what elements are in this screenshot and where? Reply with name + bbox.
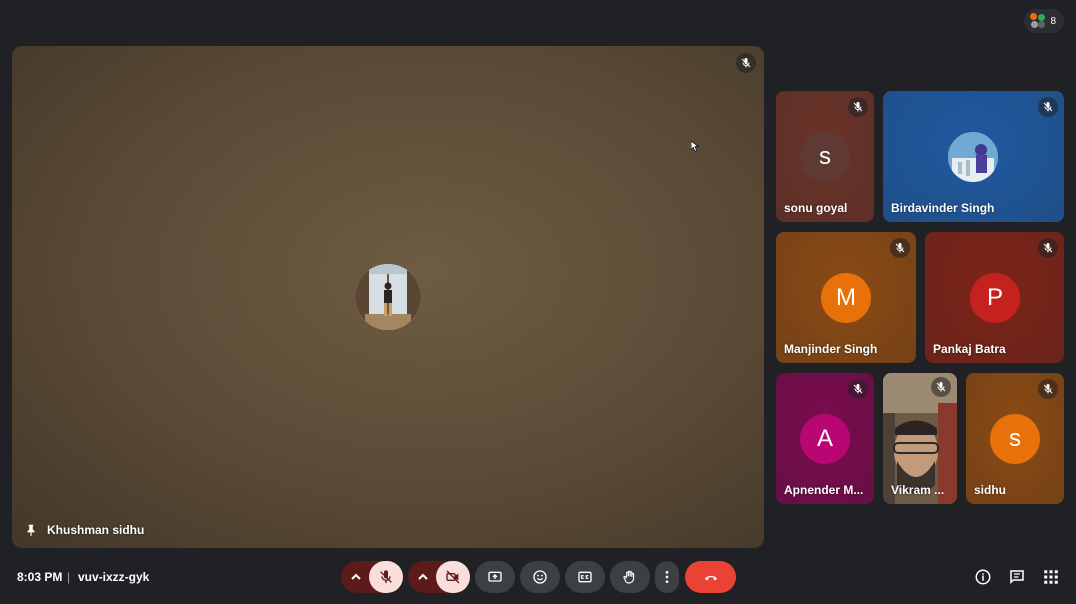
leave-call-button[interactable] — [685, 561, 736, 593]
more-vert-icon — [665, 571, 669, 583]
mic-off-icon — [931, 377, 951, 397]
chevron-up-icon — [351, 573, 361, 580]
participants-button[interactable]: 8 — [1024, 9, 1064, 33]
participant-name: Vikram ... — [891, 483, 945, 497]
hand-icon — [623, 570, 635, 584]
activities-button[interactable] — [1042, 568, 1060, 586]
mic-off-icon — [890, 238, 910, 258]
main-participant-name: Khushman sidhu — [47, 523, 145, 537]
main-participant-avatar — [355, 264, 421, 330]
mouse-cursor-icon — [690, 139, 701, 152]
mic-off-icon — [380, 570, 392, 583]
participant-initial-avatar: P — [970, 273, 1020, 323]
participant-name: sidhu — [974, 483, 1006, 497]
captions-button[interactable] — [565, 561, 605, 593]
mic-off-icon — [1038, 238, 1058, 258]
participant-tile-apnender[interactable]: A Apnender M... — [776, 373, 874, 504]
participant-name: Pankaj Batra — [933, 342, 1006, 356]
participant-initial-avatar: s — [800, 132, 850, 182]
emoji-icon — [533, 570, 547, 584]
participant-initial-avatar: s — [990, 414, 1040, 464]
participant-tile-birdavinder-singh[interactable]: Birdavinder Singh — [883, 91, 1064, 222]
participant-photo-avatar — [948, 132, 998, 182]
audio-options-button[interactable] — [341, 561, 371, 593]
present-screen-icon — [488, 571, 502, 582]
people-icon — [1030, 13, 1046, 29]
audio-control-group — [341, 561, 403, 593]
microphone-toggle-button[interactable] — [369, 561, 403, 593]
apps-grid-icon — [1044, 570, 1058, 584]
participant-tile-sonu-goyal[interactable]: s sonu goyal — [776, 91, 874, 222]
camera-toggle-button[interactable] — [436, 561, 470, 593]
participant-tile-pankaj-batra[interactable]: P Pankaj Batra — [925, 232, 1064, 363]
participant-name: sonu goyal — [784, 201, 848, 215]
camera-off-icon — [446, 570, 460, 584]
more-options-button[interactable] — [655, 561, 679, 593]
mic-off-icon — [848, 97, 868, 117]
meeting-code: vuv-ixzz-gyk — [78, 570, 150, 584]
captions-icon — [578, 571, 592, 583]
pin-icon — [24, 523, 38, 537]
participant-name: Apnender M... — [784, 483, 864, 497]
call-end-icon — [704, 575, 717, 581]
participant-name: Birdavinder Singh — [891, 201, 995, 215]
chat-icon — [1010, 570, 1024, 585]
mic-off-icon — [736, 53, 756, 73]
main-participant-stage[interactable]: Khushman sidhu — [12, 46, 764, 548]
send-reaction-button[interactable] — [520, 561, 560, 593]
participant-tile-vikram[interactable]: Vikram ... — [883, 373, 957, 504]
meeting-details-button[interactable] — [974, 568, 992, 586]
mic-off-icon — [1038, 97, 1058, 117]
participant-initial-avatar: M — [821, 273, 871, 323]
participant-tile-manjinder-singh[interactable]: M Manjinder Singh — [776, 232, 916, 363]
participant-tile-sidhu[interactable]: s sidhu — [966, 373, 1064, 504]
divider: | — [67, 570, 71, 584]
chevron-up-icon — [418, 573, 428, 580]
mic-off-icon — [848, 379, 868, 399]
participant-count: 8 — [1050, 15, 1056, 27]
raise-hand-button[interactable] — [610, 561, 650, 593]
clock-time: 8:03 PM — [17, 570, 63, 584]
chat-button[interactable] — [1008, 568, 1026, 586]
participant-initial-avatar: A — [800, 414, 850, 464]
present-now-button[interactable] — [475, 561, 515, 593]
video-options-button[interactable] — [408, 561, 438, 593]
mic-off-icon — [1038, 379, 1058, 399]
info-icon — [975, 569, 991, 585]
video-control-group — [408, 561, 470, 593]
participant-name: Manjinder Singh — [784, 342, 878, 356]
